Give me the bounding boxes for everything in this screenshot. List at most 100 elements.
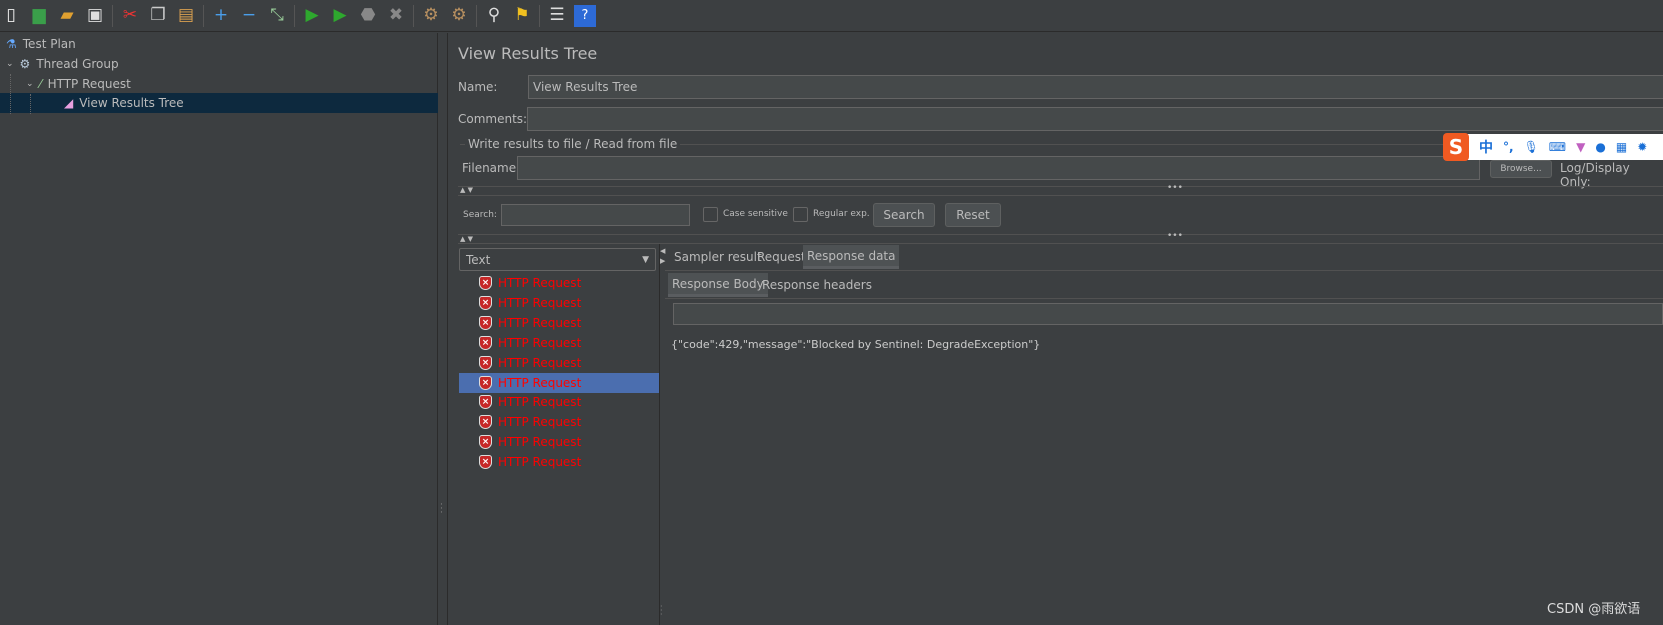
clear-icon[interactable]: ⚙ bbox=[420, 5, 442, 27]
response-body-text: {"code":429,"message":"Blocked by Sentin… bbox=[671, 338, 1041, 351]
gear-icon: ⚙ bbox=[19, 57, 31, 71]
chevron-down-icon[interactable]: ⌄ bbox=[26, 79, 34, 89]
test-plan-tree: ⚗ Test Plan ⌄ ⚙ Thread Group ⌄ ⁄ HTTP Request… bbox=[0, 33, 438, 625]
collapse-arrows[interactable]: ▲ ▼ bbox=[460, 186, 473, 194]
ime-chinese-mode[interactable]: 中 bbox=[1479, 137, 1493, 157]
browse-button[interactable]: Browse... bbox=[1490, 160, 1552, 178]
listener-icon: ◢ bbox=[64, 96, 74, 110]
collapse-icon[interactable]: − bbox=[238, 5, 260, 27]
apps-icon[interactable]: ▦ bbox=[1616, 140, 1627, 154]
search-icon[interactable]: ⚲ bbox=[483, 5, 505, 27]
result-item[interactable]: × HTTP Request bbox=[459, 333, 659, 353]
regex-checkbox[interactable] bbox=[793, 207, 808, 222]
renderer-select[interactable]: Text ▼ bbox=[459, 248, 656, 271]
reset-search-icon[interactable]: ⚑ bbox=[511, 5, 533, 27]
function-helper-icon[interactable]: ☰ bbox=[546, 5, 568, 27]
file-section-title: Write results to file / Read from file bbox=[465, 137, 681, 151]
reset-button[interactable]: Reset bbox=[945, 203, 1001, 227]
start-icon[interactable]: ▶ bbox=[301, 5, 323, 27]
error-shield-icon: × bbox=[479, 375, 492, 390]
result-item[interactable]: × HTTP Request bbox=[459, 412, 659, 432]
result-label: HTTP Request bbox=[498, 415, 582, 430]
error-shield-icon: × bbox=[479, 276, 492, 290]
error-shield-icon: × bbox=[479, 315, 492, 330]
sogou-logo-icon: S bbox=[1443, 133, 1469, 161]
result-item[interactable]: × HTTP Request bbox=[459, 432, 659, 452]
result-label: HTTP Request bbox=[498, 455, 582, 470]
error-shield-icon: × bbox=[479, 335, 492, 350]
robot-icon[interactable]: ● bbox=[1595, 140, 1605, 154]
tree-item-view-results-tree[interactable]: ◢ View Results Tree bbox=[0, 93, 438, 113]
name-label: Name: bbox=[458, 80, 498, 94]
error-shield-icon: × bbox=[479, 455, 492, 470]
ime-punctuation[interactable]: °, bbox=[1503, 140, 1514, 154]
tab-request[interactable]: Request bbox=[753, 245, 810, 269]
ime-toolbar: S 中 °, 🎙 ⌨ ▼ ● ▦ ✹ bbox=[1443, 133, 1663, 161]
save-icon[interactable]: ▣ bbox=[84, 5, 106, 27]
splitter-handle[interactable]: ••• bbox=[1167, 183, 1183, 193]
divider bbox=[665, 270, 1663, 271]
settings-icon[interactable]: ✹ bbox=[1637, 140, 1647, 154]
start-no-pause-icon[interactable]: ▶ bbox=[329, 5, 351, 27]
comments-label: Comments: bbox=[458, 112, 528, 126]
case-sensitive-label: Case sensitive bbox=[723, 209, 788, 219]
search-input[interactable] bbox=[501, 204, 690, 226]
collapse-arrows[interactable]: ▲ ▼ bbox=[460, 235, 473, 243]
clear-all-icon[interactable]: ⚙ bbox=[448, 5, 470, 27]
splitter-handle[interactable]: ••• bbox=[1167, 231, 1183, 241]
case-sensitive-checkbox[interactable] bbox=[703, 207, 718, 222]
cut-icon[interactable]: ✂ bbox=[119, 5, 141, 27]
skin-icon[interactable]: ▼ bbox=[1576, 140, 1585, 154]
result-item[interactable]: × HTTP Request bbox=[459, 452, 659, 472]
tree-item-test-plan[interactable]: ⚗ Test Plan bbox=[6, 34, 76, 54]
search-button[interactable]: Search bbox=[873, 203, 935, 227]
paste-icon[interactable]: ▤ bbox=[175, 5, 197, 27]
log-display-only-label: Log/Display Only: bbox=[1560, 161, 1630, 189]
result-item[interactable]: × HTTP Request bbox=[459, 392, 659, 412]
tab-sampler-result[interactable]: Sampler result bbox=[670, 245, 766, 269]
result-item[interactable]: × HTTP Request bbox=[459, 313, 659, 333]
response-search-field[interactable] bbox=[673, 303, 1663, 325]
error-shield-icon: × bbox=[479, 435, 492, 450]
result-item[interactable]: × HTTP Request bbox=[459, 293, 659, 313]
tab-response-headers[interactable]: Response headers bbox=[758, 273, 876, 297]
result-label: HTTP Request bbox=[498, 435, 582, 450]
divider bbox=[458, 243, 1663, 244]
tab-response-body[interactable]: Response Body bbox=[668, 273, 768, 297]
shutdown-icon[interactable]: ✖ bbox=[385, 5, 407, 27]
results-divider bbox=[659, 244, 660, 625]
split-arrows[interactable]: ◀ ▶ bbox=[660, 246, 665, 266]
divider bbox=[665, 298, 1663, 299]
tree-item-thread-group[interactable]: ⌄ ⚙ Thread Group bbox=[6, 54, 119, 74]
tree-guide bbox=[30, 94, 31, 114]
toolbar-separator bbox=[476, 4, 477, 27]
divider bbox=[458, 186, 1663, 187]
page-title: View Results Tree bbox=[458, 44, 598, 63]
result-item[interactable]: × HTTP Request bbox=[459, 353, 659, 373]
comments-field[interactable] bbox=[527, 107, 1663, 131]
split-pane-divider[interactable]: · · · bbox=[438, 33, 448, 625]
tab-response-data[interactable]: Response data bbox=[803, 245, 900, 269]
toolbar-separator bbox=[539, 4, 540, 27]
filename-field[interactable] bbox=[517, 156, 1480, 180]
error-shield-icon: × bbox=[479, 355, 492, 370]
result-label: HTTP Request bbox=[498, 315, 582, 330]
microphone-icon[interactable]: 🎙 bbox=[1524, 140, 1539, 154]
copy-icon[interactable]: ❐ bbox=[147, 5, 169, 27]
chevron-down-icon[interactable]: ⌄ bbox=[6, 59, 14, 69]
stop-icon[interactable]: ⬣ bbox=[357, 5, 379, 27]
splitter-handle[interactable]: · · · bbox=[660, 603, 663, 619]
result-item[interactable]: × HTTP Request bbox=[459, 273, 659, 293]
error-shield-icon: × bbox=[479, 415, 492, 430]
name-field[interactable]: View Results Tree bbox=[528, 75, 1663, 99]
toggle-icon[interactable]: ⤡ bbox=[266, 5, 288, 27]
result-item[interactable]: × HTTP Request bbox=[459, 372, 659, 393]
help-icon[interactable]: ? bbox=[574, 4, 596, 27]
templates-icon[interactable]: ▆ bbox=[28, 5, 50, 27]
keyboard-icon[interactable]: ⌨ bbox=[1549, 140, 1566, 154]
new-icon[interactable]: ▯ bbox=[0, 5, 22, 27]
tree-item-http-request[interactable]: ⌄ ⁄ HTTP Request bbox=[26, 74, 131, 94]
toolbar-separator bbox=[413, 4, 414, 27]
expand-icon[interactable]: + bbox=[210, 5, 232, 27]
open-icon[interactable]: ▰ bbox=[56, 5, 78, 27]
